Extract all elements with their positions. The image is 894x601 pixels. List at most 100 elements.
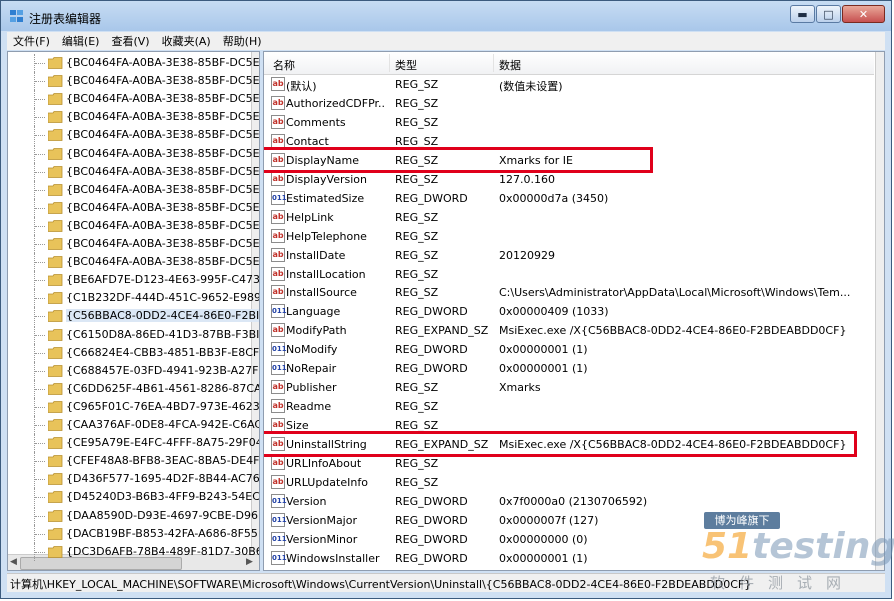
value-type: REG_SZ [395,115,439,129]
value-row[interactable]: ab AuthorizedCDFPr... REG_SZ [264,94,874,113]
tree-item-label: {BC0464FA-A0BA-3E38-85BF-DC5E [66,110,260,124]
tree-item[interactable]: {C56BBAC8-0DD2-4CE4-86E0-F2BI [8,307,259,326]
tree-item[interactable]: {BC0464FA-A0BA-3E38-85BF-DC5E [8,235,259,253]
tree-item[interactable]: {DAA8590D-D93E-4697-9CBE-D96 [8,506,258,525]
tree-item[interactable]: {BC0464FA-A0BA-3E38-85BF-DC5E [8,253,259,272]
folder-icon [48,93,63,106]
menu-help[interactable]: 帮助(H) [217,33,268,49]
folder-icon [48,527,63,540]
values-list-pane: 名称 类型 数据 ab (默认) REG_SZ (数值未设置) ab Authorized… [263,51,885,571]
value-data: 0x7f0000a0 (2130706592) [499,494,648,508]
value-row[interactable]: ab HelpLink REG_SZ [264,208,874,227]
tree-item[interactable]: {C688457E-03FD-4941-923B-A27F [8,361,258,380]
tree-item[interactable]: {BE6AFD7E-D123-4E63-995F-C473 [8,271,259,290]
value-row[interactable]: ab InstallDate REG_SZ 20120929 [264,246,874,265]
tree-item[interactable]: {BC0464FA-A0BA-3E38-85BF-DC5E [8,198,259,217]
column-divider[interactable] [493,54,494,72]
tree-item[interactable]: {CE95A79E-E4FC-4FFF-8A75-29F04 [8,434,259,453]
value-row[interactable]: ab Comments REG_SZ [264,113,874,132]
menu-file[interactable]: 文件(F) [7,33,56,49]
key-tree-pane[interactable]: ◀ ▶ {BC0464FA-A0BA-3E38-85BF-DC5E {BC0464… [7,51,260,571]
close-button[interactable]: ✕ [842,5,885,23]
tree-item[interactable]: {C965F01C-76EA-4BD7-973E-4623 [8,397,259,416]
value-type: REG_SZ [395,229,439,243]
value-row[interactable]: ab (默认) REG_SZ (数值未设置) [264,75,874,94]
value-row[interactable]: 011 NoRepair REG_DWORD 0x00000001 (1) [264,359,874,378]
value-row[interactable]: 011 Version REG_DWORD 0x7f0000a0 (213070659… [264,492,874,511]
tree-connector [34,54,46,72]
tree-item[interactable]: {BC0464FA-A0BA-3E38-85BF-DC5E [8,72,259,91]
menu-view[interactable]: 查看(V) [105,33,155,49]
menu-edit[interactable]: 编辑(E) [56,33,106,49]
tree-item[interactable]: {DC3D6AFB-78B4-489F-81D7-30B6 [8,542,259,561]
value-row[interactable]: 011 Language REG_DWORD 0x00000409 (1033) [264,302,874,321]
tree-item[interactable]: {C1B232DF-444D-451C-9652-E989 [8,289,259,308]
folder-icon [48,419,63,431]
tree-item[interactable]: {D436F577-1695-4D2F-8B44-AC76 [8,470,259,489]
folder-icon [48,545,63,558]
tree-item[interactable]: {BC0464FA-A0BA-3E38-85BF-DC5E [8,126,259,145]
value-name: HelpLink [286,210,334,224]
value-row[interactable]: ab Publisher REG_SZ Xmarks [264,378,874,397]
tree-item[interactable]: {C6150D8A-86ED-41D3-87BB-F3BI [8,325,259,344]
tree-connector [34,90,46,109]
column-header-name[interactable]: 名称 [273,57,295,73]
binary-value-icon: 011 [271,512,287,527]
value-type: REG_DWORD [395,551,468,565]
list-vertical-scrollbar[interactable] [875,52,884,570]
tree-item[interactable]: {C6DD625F-4B61-4561-8286-87CA [8,379,259,398]
tree-connector [34,126,46,145]
value-type: REG_SZ [395,210,439,224]
maximize-button[interactable]: □ [816,5,841,23]
value-row[interactable]: 011 NoModify REG_DWORD 0x00000001 (1) [264,340,874,359]
tree-connector [34,361,46,380]
value-row[interactable]: ab URLUpdateInfo REG_SZ [264,473,874,492]
tree-item[interactable]: {BC0464FA-A0BA-3E38-85BF-DC5E [8,54,259,72]
binary-value-icon: 011 [271,531,287,546]
folder-icon [48,364,63,377]
tree-item[interactable]: {CFEF48A8-BFB8-3EAC-8BA5-DE4F [8,452,259,471]
folder-icon [48,310,63,323]
tree-item[interactable]: {BC0464FA-A0BA-3E38-85BF-DC5E [8,90,259,109]
string-value-icon: ab [271,114,285,129]
watermark-logo-prefix: 51 [702,526,753,567]
value-name: Readme [286,400,332,414]
tree-item[interactable]: {D45240D3-B6B3-4FF9-B243-54EC [8,488,259,507]
tree-connector [34,180,46,199]
value-type: REG_DWORD [395,362,468,376]
tree-item[interactable]: {C66824E4-CBB3-4851-BB3F-E8CF [8,343,259,362]
menu-favorites[interactable]: 收藏夹(A) [156,33,217,49]
value-row[interactable]: ab Readme REG_SZ [264,397,874,416]
value-row[interactable]: 011 EstimatedSize REG_DWORD 0x00000d7a (345… [264,189,874,208]
tree-item-label: {DC3D6AFB-78B4-489F-81D7-30B6 [66,544,260,558]
value-name: InstallDate [286,248,346,262]
value-name: Comments [286,115,346,129]
tree-item[interactable]: {BC0464FA-A0BA-3E38-85BF-DC5E [8,180,259,199]
column-header-data[interactable]: 数据 [499,57,521,73]
title-bar[interactable]: 注册表编辑器 ▬ □ ✕ [1,1,891,31]
value-type: REG_SZ [395,248,439,262]
value-row[interactable]: ab HelpTelephone REG_SZ [264,227,874,246]
value-data: MsiExec.exe /X{C56BBAC8-0DD2-4CE4-86E0-F… [499,324,847,338]
tree-connector [34,162,46,181]
value-name: Publisher [286,381,337,395]
value-data: 0x00000001 (1) [499,362,588,376]
tree-item[interactable]: {BC0464FA-A0BA-3E38-85BF-DC5E [8,162,259,181]
value-row[interactable]: ab InstallLocation REG_SZ [264,265,874,284]
tree-item[interactable]: {DACB19BF-B853-42FA-A686-8F55 [8,524,258,543]
minimize-button[interactable]: ▬ [790,5,815,23]
value-row[interactable]: ab InstallSource REG_SZ C:\Users\Administra… [264,283,874,302]
tree-item[interactable]: {BC0464FA-A0BA-3E38-85BF-DC5E [8,216,259,235]
tree-item[interactable]: {BC0464FA-A0BA-3E38-85BF-DC5E [8,144,259,163]
string-value-icon: ab [271,228,285,243]
binary-value-icon: 011 [271,190,287,205]
tree-item[interactable]: {BC0464FA-A0BA-3E38-85BF-DC5E [8,108,259,127]
tree-item[interactable]: {CAA376AF-0DE8-4FCA-942E-C6AC [8,416,259,434]
value-type: REG_DWORD [395,494,468,508]
string-value-icon: ab [271,209,285,224]
folder-icon [48,437,63,449]
column-divider[interactable] [389,54,390,72]
column-header-type[interactable]: 类型 [395,57,417,73]
value-row[interactable]: ab ModifyPath REG_EXPAND_SZ MsiExec.exe /X{… [264,321,874,340]
tree-item-label: {C965F01C-76EA-4BD7-973E-4623 [66,399,260,413]
